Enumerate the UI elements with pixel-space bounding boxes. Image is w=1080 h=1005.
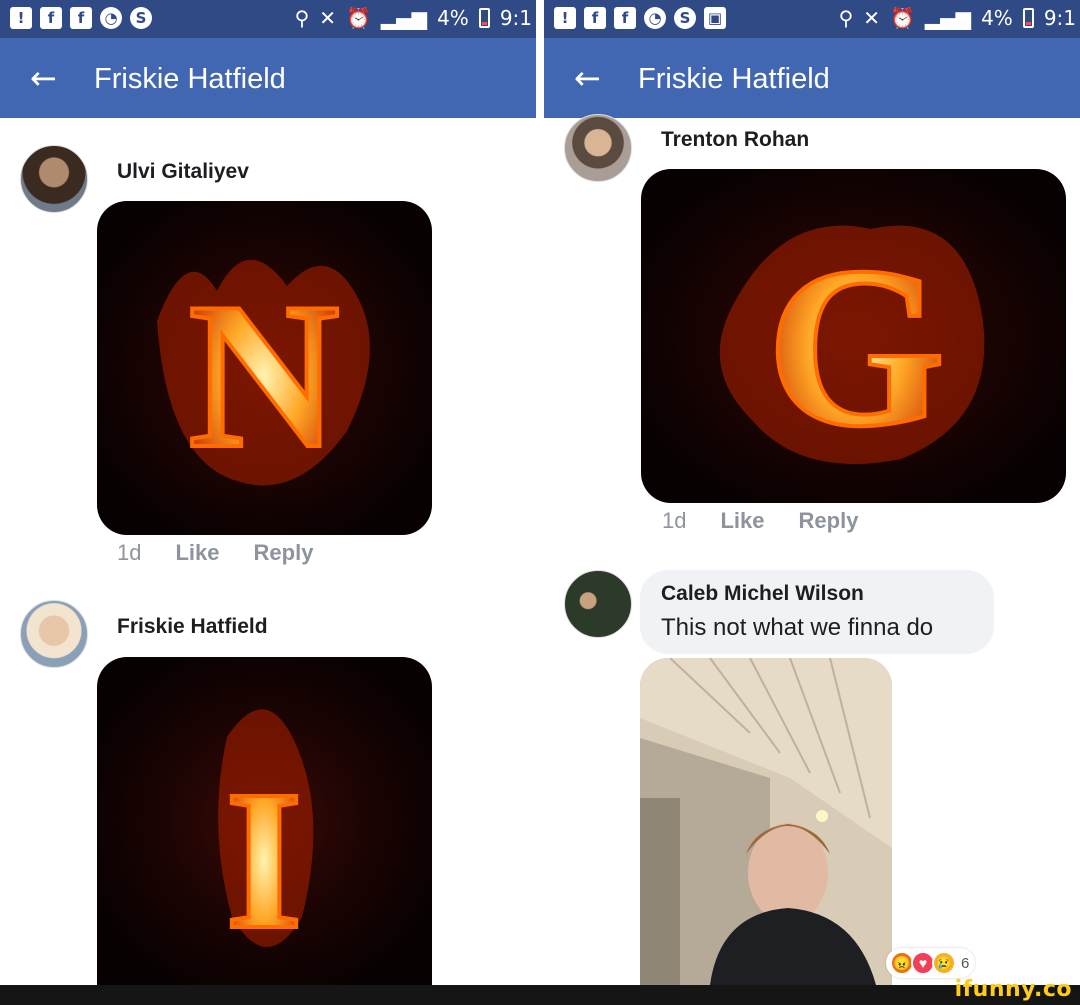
comment-time: 1d xyxy=(117,540,142,565)
avatar[interactable] xyxy=(20,145,88,213)
comment-bubble[interactable]: Caleb Michel Wilson This not what we fin… xyxy=(640,570,994,654)
comment-author[interactable]: Friskie Hatfield xyxy=(117,615,268,639)
sad-reaction-icon: 😢 xyxy=(932,951,956,975)
selfie-graphic xyxy=(640,658,892,985)
skype-icon: S xyxy=(674,7,696,29)
skype-icon: S xyxy=(130,7,152,29)
fire-letter-glyph: I xyxy=(225,750,303,971)
facebook-icon: f xyxy=(40,7,62,29)
comment-author[interactable]: Caleb Michel Wilson xyxy=(661,582,864,606)
location-icon: ⚲ xyxy=(838,6,854,30)
status-bar: ! f f ◔ S ▣ ⚲ ✕ ⏰ ▂▄▆ 4% 9:1 xyxy=(544,0,1080,38)
alert-icon: ! xyxy=(554,7,576,29)
reply-button[interactable]: Reply xyxy=(254,540,314,566)
selfie-photo[interactable] xyxy=(640,658,892,985)
page-title: Friskie Hatfield xyxy=(638,63,830,95)
gallery-icon: ▣ xyxy=(704,7,726,29)
fire-letter-n-graphic: N xyxy=(157,258,370,494)
avatar[interactable] xyxy=(564,114,632,182)
panel-divider xyxy=(536,0,544,985)
reaction-summary[interactable]: 😠 ♥ 😢 6 xyxy=(886,948,976,978)
watermark-bar: ifunny.co xyxy=(0,977,1080,1005)
like-button[interactable]: Like xyxy=(175,540,219,566)
reply-button[interactable]: Reply xyxy=(799,508,859,534)
fire-letter-image[interactable]: G xyxy=(641,169,1066,503)
notification-icons: ! f f ◔ S xyxy=(10,7,152,29)
back-arrow-icon[interactable]: ← xyxy=(574,58,601,98)
fire-letter-g-graphic: G xyxy=(719,217,985,476)
fire-letter-glyph: G xyxy=(767,219,946,474)
signal-icon: ▂▄▆ xyxy=(380,6,428,30)
app-bar: ← Friskie Hatfield xyxy=(544,38,1080,118)
fire-letter-i-graphic: I xyxy=(218,709,314,973)
clock: 9:1 xyxy=(499,6,532,30)
fire-letter-glyph: N xyxy=(188,260,340,492)
alarm-icon: ⏰ xyxy=(346,6,371,30)
page-title: Friskie Hatfield xyxy=(94,63,286,95)
system-status: ⚲ ✕ ⏰ ▂▄▆ 4% 9:1 xyxy=(295,6,532,30)
facebook-icon: f xyxy=(584,7,606,29)
like-button[interactable]: Like xyxy=(720,508,764,534)
messenger-icon: ◔ xyxy=(644,7,666,29)
battery-icon xyxy=(478,8,490,28)
notification-icons: ! f f ◔ S ▣ xyxy=(554,7,726,29)
comment-author[interactable]: Ulvi Gitaliyev xyxy=(117,160,249,184)
battery-icon xyxy=(1022,8,1034,28)
comment-actions: 1d Like Reply xyxy=(117,540,313,566)
avatar[interactable] xyxy=(564,570,632,638)
clock: 9:1 xyxy=(1043,6,1076,30)
mute-icon: ✕ xyxy=(319,6,337,30)
fire-letter-image[interactable]: I xyxy=(97,657,432,985)
comment-time: 1d xyxy=(662,508,687,533)
left-screenshot-panel: ! f f ◔ S ⚲ ✕ ⏰ ▂▄▆ 4% 9:1 ← Friskie Hat… xyxy=(0,0,536,985)
avatar[interactable] xyxy=(20,600,88,668)
status-bar: ! f f ◔ S ⚲ ✕ ⏰ ▂▄▆ 4% 9:1 xyxy=(0,0,536,38)
fire-letter-image[interactable]: N xyxy=(97,201,432,535)
comment-author[interactable]: Trenton Rohan xyxy=(661,128,809,152)
app-bar: ← Friskie Hatfield xyxy=(0,38,536,118)
alert-icon: ! xyxy=(10,7,32,29)
battery-percent: 4% xyxy=(981,6,1013,30)
comment-text: This not what we finna do xyxy=(661,614,934,641)
reaction-count: 6 xyxy=(961,954,970,972)
signal-icon: ▂▄▆ xyxy=(924,6,972,30)
facebook-icon: f xyxy=(70,7,92,29)
location-icon: ⚲ xyxy=(294,6,310,30)
ifunny-watermark: ifunny.co xyxy=(954,977,1072,1002)
mute-icon: ✕ xyxy=(863,6,881,30)
messenger-icon: ◔ xyxy=(100,7,122,29)
battery-percent: 4% xyxy=(437,6,469,30)
facebook-icon: f xyxy=(614,7,636,29)
comment-actions: 1d Like Reply xyxy=(662,508,858,534)
system-status: ⚲ ✕ ⏰ ▂▄▆ 4% 9:1 xyxy=(839,6,1076,30)
alarm-icon: ⏰ xyxy=(890,6,915,30)
back-arrow-icon[interactable]: ← xyxy=(30,58,57,98)
